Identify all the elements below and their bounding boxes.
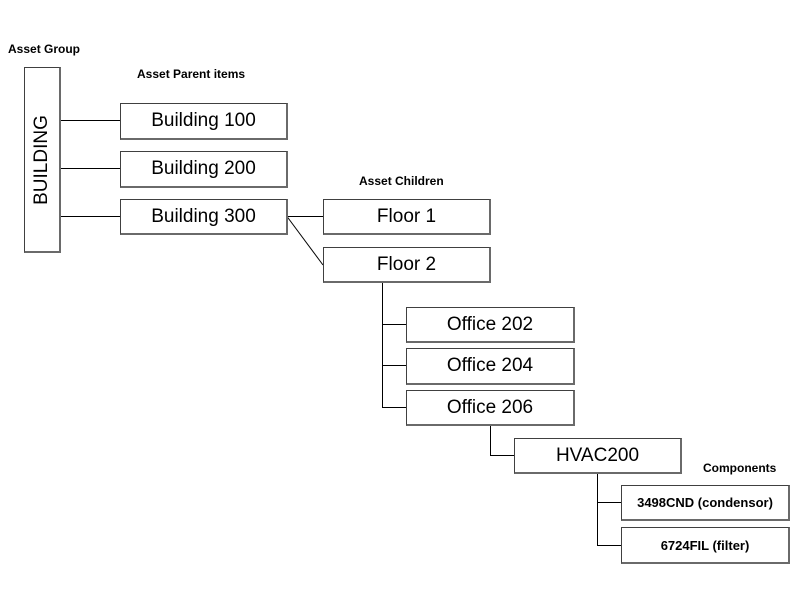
equipment-hvac200-box: HVAC200 [514, 438, 682, 474]
connector-hvac200-to-components [597, 473, 621, 546]
office-204-box: Office 204 [406, 348, 575, 385]
component-condensor-box: 3498CND (condensor) [621, 485, 790, 521]
connector-building-300-to-floor-2 [286, 216, 324, 266]
child-floor-1-box: Floor 1 [323, 199, 491, 235]
component-filter-box: 6724FIL (filter) [621, 527, 790, 564]
connector-floor-2-to-offices [382, 282, 406, 408]
connector-office-206-to-hvac200 [490, 425, 514, 456]
asset-group-label: BUILDING [31, 114, 52, 205]
components-heading: Components [703, 461, 777, 475]
parent-building-100-box: Building 100 [120, 103, 288, 140]
office-202-box: Office 202 [406, 307, 575, 343]
asset-group-building-box: BUILDING [24, 67, 61, 253]
child-floor-2-box: Floor 2 [323, 247, 491, 283]
parent-building-300-box: Building 300 [120, 199, 288, 235]
office-206-box: Office 206 [406, 390, 575, 426]
asset-group-heading: Asset Group [8, 42, 81, 56]
parent-building-200-box: Building 200 [120, 151, 288, 188]
asset-parent-items-heading: Asset Parent items [137, 67, 246, 81]
asset-children-heading: Asset Children [359, 174, 444, 188]
